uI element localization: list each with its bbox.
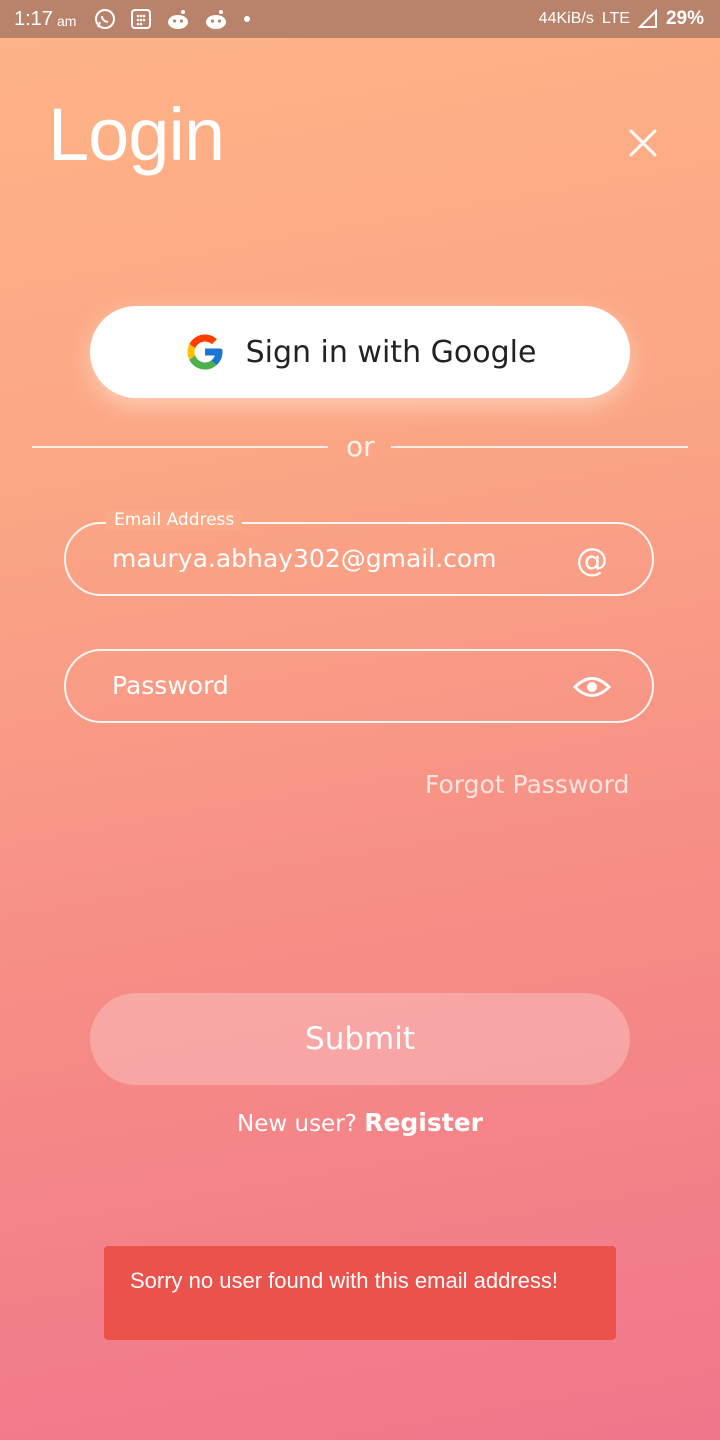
google-signin-label: Sign in with Google [245, 334, 537, 370]
status-ampm: am [56, 13, 77, 29]
battery-percent: 29% [665, 8, 704, 29]
whatsapp-icon [95, 9, 116, 29]
email-field-value[interactable]: maurya.abhay302@gmail.com [112, 544, 552, 573]
register-row: New user? Register [0, 1108, 720, 1137]
status-bar: 1:17 am 44KiB/s LTE 29% [0, 0, 720, 38]
eye-icon[interactable] [572, 669, 612, 705]
error-snackbar: Sorry no user found with this email addr… [104, 1246, 616, 1340]
dot-icon [244, 16, 251, 22]
submit-button[interactable]: Submit [90, 993, 630, 1085]
divider-right [391, 446, 688, 448]
notification-icons [94, 8, 252, 30]
network-speed: 44KiB/s [538, 10, 594, 27]
signal-icon [637, 9, 657, 28]
network-type: LTE [601, 10, 630, 27]
status-time: 1:17 [14, 7, 53, 30]
password-field[interactable]: Password [64, 649, 654, 723]
page-title: Login [48, 93, 225, 176]
close-icon [629, 129, 657, 157]
register-prefix: New user? [237, 1111, 357, 1137]
divider-text: or [346, 430, 375, 463]
email-field[interactable]: Email Address maurya.abhay302@gmail.com … [64, 510, 654, 596]
google-signin-button[interactable]: Sign in with Google [90, 306, 630, 398]
at-icon: @ [576, 541, 608, 579]
email-field-label: Email Address [106, 510, 243, 530]
password-placeholder: Password [112, 671, 229, 700]
divider-left [32, 446, 328, 448]
reddit-icon [168, 10, 189, 29]
calculator-icon [131, 9, 152, 29]
register-link[interactable]: Register [364, 1108, 483, 1137]
close-button[interactable] [624, 124, 662, 162]
reddit-icon [206, 10, 227, 29]
status-bar-right: 44KiB/s LTE 29% [539, 0, 704, 38]
status-bar-left: 1:17 am [14, 0, 252, 38]
forgot-password-link[interactable]: Forgot Password [425, 770, 629, 799]
google-icon [187, 334, 223, 370]
